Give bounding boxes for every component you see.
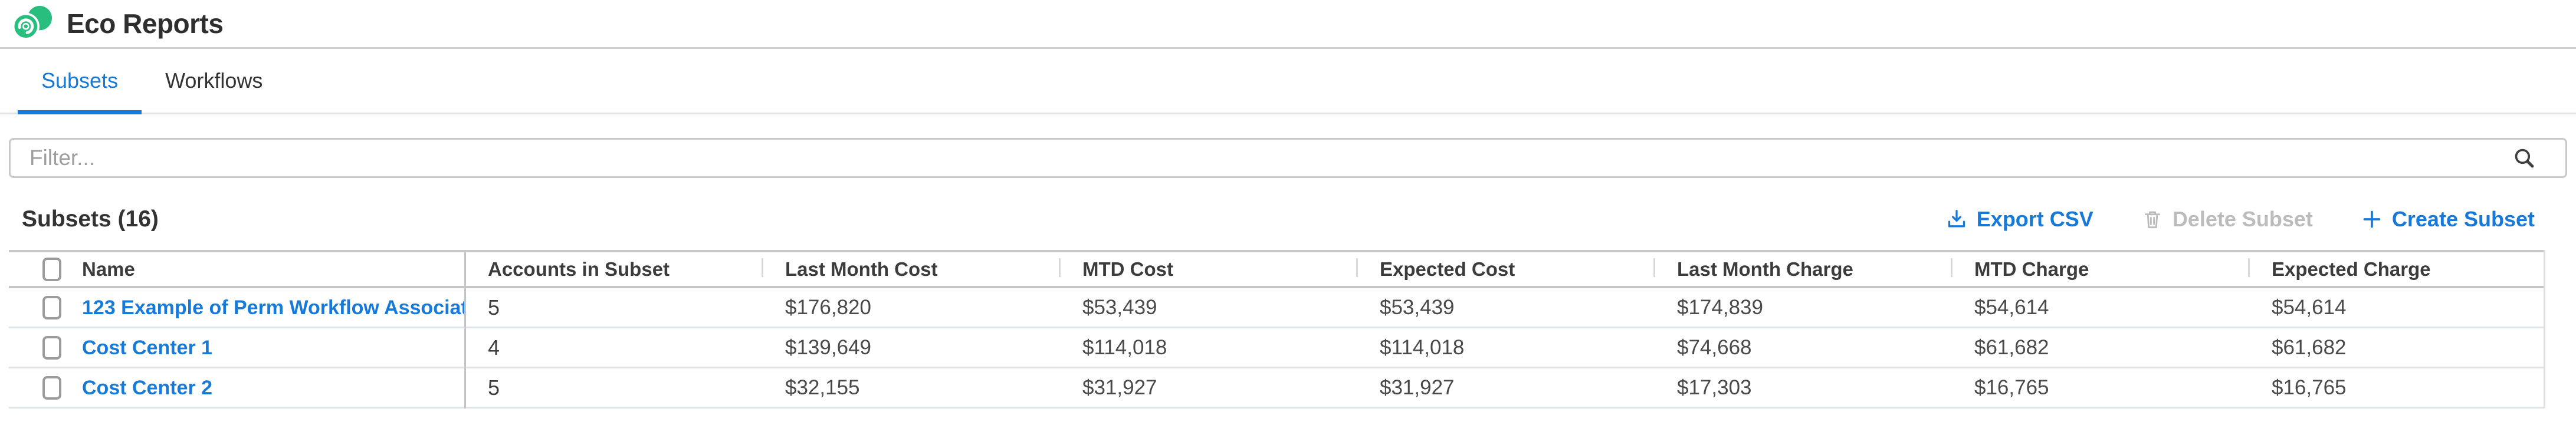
tab-subsets-label: Subsets (41, 68, 118, 93)
mtd-charge-cell: $16,765 (1951, 376, 2248, 400)
row-checkbox-cell (9, 336, 78, 360)
subsets-table: Name Accounts in Subset Last Month Cost … (9, 250, 2545, 408)
expected-charge-cell: $16,765 (2248, 376, 2545, 400)
last-month-charge-cell: $17,303 (1653, 376, 1951, 400)
column-header-accounts-in-subset: Accounts in Subset (464, 258, 762, 281)
download-icon (1945, 207, 1968, 231)
search-icon[interactable] (2512, 146, 2536, 170)
tab-workflows-label: Workflows (165, 68, 262, 93)
section-title: Subsets (16) (22, 206, 159, 232)
expected-charge-cell: $61,682 (2248, 336, 2545, 360)
row-checkbox[interactable] (42, 376, 61, 400)
subset-name-cell: Cost Center 2 (78, 376, 464, 400)
create-subset-button[interactable]: Create Subset (2360, 207, 2535, 232)
last-month-cost-cell: $176,820 (762, 296, 1059, 319)
export-csv-label: Export CSV (1977, 207, 2093, 232)
column-header-name: Name (78, 258, 464, 281)
export-csv-button[interactable]: Export CSV (1945, 207, 2093, 232)
subset-name-link[interactable]: Cost Center 2 (82, 377, 212, 399)
mtd-charge-cell: $61,682 (1951, 336, 2248, 360)
table-row: Cost Center 1 4 $139,649 $114,018 $114,0… (9, 328, 2544, 368)
accounts-in-subset-cell: 5 (464, 295, 762, 320)
last-month-cost-cell: $32,155 (762, 376, 1059, 400)
subset-name-link[interactable]: 123 Example of Perm Workflow Association (82, 296, 464, 319)
row-checkbox-cell (9, 376, 78, 400)
column-header-expected-charge: Expected Charge (2248, 258, 2545, 281)
filter-row (9, 138, 2567, 178)
last-month-charge-cell: $74,668 (1653, 336, 1951, 360)
delete-subset-button[interactable]: Delete Subset (2141, 207, 2313, 232)
row-checkbox[interactable] (42, 336, 61, 360)
eco-logo-icon (9, 5, 58, 42)
page-title: Eco Reports (67, 8, 223, 39)
toolbar: Subsets (16) Export CSV Delete Subset Cr… (22, 206, 2535, 232)
last-month-charge-cell: $174,839 (1653, 296, 1951, 319)
filter-input[interactable] (9, 138, 2567, 178)
mtd-cost-cell: $114,018 (1059, 336, 1356, 360)
mtd-charge-cell: $54,614 (1951, 296, 2248, 319)
trash-icon (2141, 207, 2164, 231)
expected-cost-cell: $114,018 (1356, 336, 1653, 360)
toolbar-actions: Export CSV Delete Subset Create Subset (1945, 207, 2535, 232)
expected-cost-cell: $53,439 (1356, 296, 1653, 319)
expected-charge-cell: $54,614 (2248, 296, 2545, 319)
column-header-mtd-cost: MTD Cost (1059, 258, 1356, 281)
subset-name-link[interactable]: Cost Center 1 (82, 337, 212, 359)
row-checkbox-cell (9, 296, 78, 319)
tabs-bar: Subsets Workflows (0, 49, 2576, 114)
subset-name-cell: 123 Example of Perm Workflow Association (78, 296, 464, 319)
column-header-last-month-charge: Last Month Charge (1653, 258, 1951, 281)
column-header-mtd-charge: MTD Charge (1951, 258, 2248, 281)
table-header-row: Name Accounts in Subset Last Month Cost … (9, 250, 2544, 288)
tab-workflows[interactable]: Workflows (142, 49, 286, 113)
expected-cost-cell: $31,927 (1356, 376, 1653, 400)
create-subset-label: Create Subset (2392, 207, 2535, 232)
table-row: 123 Example of Perm Workflow Association… (9, 288, 2544, 328)
plus-icon (2360, 207, 2384, 231)
subset-name-cell: Cost Center 1 (78, 336, 464, 360)
accounts-in-subset-cell: 4 (464, 335, 762, 360)
row-checkbox[interactable] (42, 296, 61, 319)
delete-subset-label: Delete Subset (2173, 207, 2313, 232)
column-header-last-month-cost: Last Month Cost (762, 258, 1059, 281)
table-row: Cost Center 2 5 $32,155 $31,927 $31,927 … (9, 368, 2544, 408)
app-header: Eco Reports (0, 0, 2576, 49)
select-all-checkbox[interactable] (42, 258, 61, 281)
mtd-cost-cell: $53,439 (1059, 296, 1356, 319)
mtd-cost-cell: $31,927 (1059, 376, 1356, 400)
column-header-expected-cost: Expected Cost (1356, 258, 1653, 281)
last-month-cost-cell: $139,649 (762, 336, 1059, 360)
header-checkbox-cell (9, 258, 78, 281)
tab-subsets[interactable]: Subsets (18, 49, 142, 113)
accounts-in-subset-cell: 5 (464, 375, 762, 400)
